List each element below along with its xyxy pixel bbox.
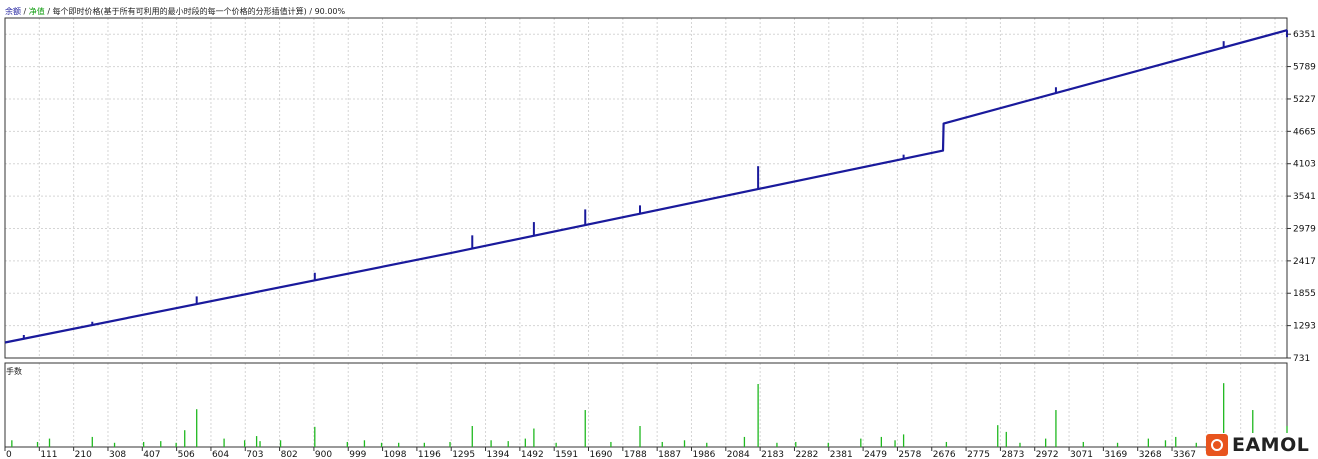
x-tick-label: 2479 [864,450,887,459]
logo-text: EAMOL [1232,434,1310,456]
balance-series [4,29,1288,344]
x-tick-label: 407 [143,450,160,459]
legend-quality: 90.00% [314,7,346,16]
x-tick-label: 1196 [418,450,441,459]
x-tick-label: 802 [281,450,298,459]
x-tick-label: 999 [349,450,366,459]
main-plot-frame [4,17,1288,359]
x-tick-label: 3169 [1104,450,1127,459]
eamol-logo-icon [1206,434,1228,456]
chart-legend: 余额 / 净值 / 每个即时价格(基于所有可利用的最小时段的每一个价格的分形插值… [5,6,345,17]
x-axis-ticks: 0 111 210 308 407 506 604 703 802 900 999 1098 1196 1… [4,447,1299,459]
x-tick-label: 1591 [555,450,578,459]
x-tick-label: 703 [246,450,263,459]
y-tick-label: 5227 [1293,95,1316,105]
x-tick-label: 2084 [727,450,750,459]
x-tick-label: 210 [75,450,92,459]
x-tick-label: 900 [315,450,332,459]
x-tick-label: 2282 [795,450,818,459]
legend-mode: 每个即时价格(基于所有可利用的最小时段的每一个价格的分形插值计算) [52,7,307,16]
x-tick-label: 0 [6,450,12,459]
y-tick-label: 6351 [1293,30,1316,40]
x-tick-label: 1788 [624,450,647,459]
x-tick-label: 1295 [452,450,475,459]
legend-balance: 余额 [5,7,21,16]
legend-separator: / [44,7,53,16]
y-tick-label: 4665 [1293,127,1316,137]
x-tick-label: 2578 [898,450,921,459]
x-tick-label: 3268 [1139,450,1162,459]
x-tick-label: 2873 [1001,450,1024,459]
x-tick-label: 604 [212,450,229,459]
volume-bars [11,383,1288,447]
y-tick-label: 4103 [1293,160,1316,170]
x-tick-label: 1492 [521,450,544,459]
backtest-chart: 731 1293 1855 2417 2979 3541 4103 4665 5227 5789 6… [4,17,1316,459]
x-tick-label: 2775 [967,450,990,459]
y-axis-ticks: 731 1293 1855 2417 2979 3541 4103 4665 5227 5789 6… [1287,30,1316,364]
x-tick-label: 308 [109,450,126,459]
x-tick-label: 2381 [830,450,853,459]
y-tick-label: 1293 [1293,322,1316,332]
y-tick-label: 731 [1293,354,1310,364]
x-tick-label: 1986 [692,450,715,459]
y-tick-label: 2979 [1293,224,1316,234]
legend-equity: 净值 [28,7,45,16]
x-tick-label: 3367 [1173,450,1196,459]
eamol-logo: EAMOL [1206,433,1314,457]
x-tick-label: 2183 [761,450,784,459]
x-tick-label: 111 [40,450,57,459]
volume-panel-label: 手数 [6,367,22,376]
legend-separator: / [21,7,29,16]
x-tick-label: 1887 [658,450,681,459]
legend-separator: / [306,7,315,16]
balance-line [4,29,1288,344]
y-tick-label: 1855 [1293,289,1316,299]
y-tick-label: 3541 [1293,192,1316,202]
y-tick-label: 5789 [1293,63,1316,73]
x-tick-label: 3071 [1070,450,1093,459]
x-tick-label: 1098 [384,450,407,459]
x-tick-label: 2972 [1036,450,1059,459]
x-tick-label: 2676 [933,450,956,459]
x-tick-label: 1690 [590,450,613,459]
x-tick-label: 506 [178,450,195,459]
x-tick-label: 1394 [487,450,510,459]
y-tick-label: 2417 [1293,257,1316,267]
